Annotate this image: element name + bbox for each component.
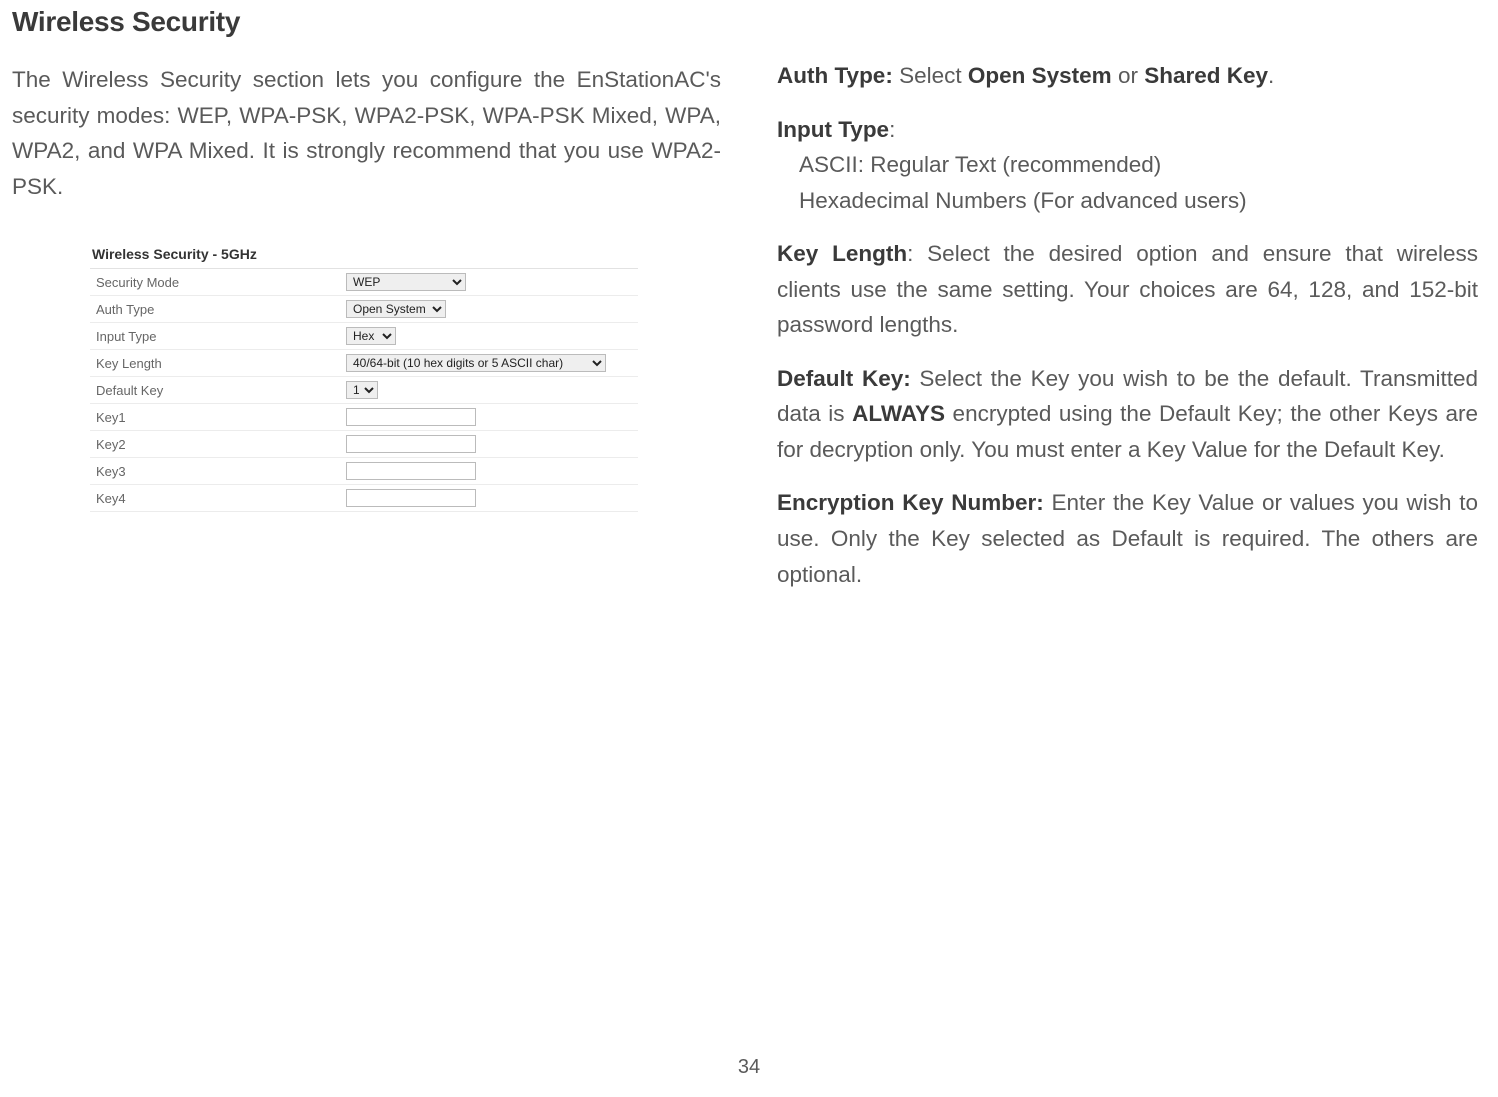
- row-default-key: Default Key 1: [90, 377, 638, 404]
- input-type-colon: :: [889, 117, 895, 142]
- input-key1[interactable]: [346, 408, 476, 426]
- row-key4: Key4: [90, 485, 638, 512]
- select-key-length[interactable]: 40/64-bit (10 hex digits or 5 ASCII char…: [346, 354, 606, 372]
- input-type-ascii: ASCII: Regular Text (recommended): [777, 147, 1478, 183]
- label-key3: Key3: [90, 458, 340, 485]
- page-number: 34: [0, 1056, 1498, 1079]
- row-security-mode: Security Mode WEP: [90, 269, 638, 296]
- input-type-hex: Hexadecimal Numbers (For advanced users): [777, 183, 1478, 219]
- input-key4[interactable]: [346, 489, 476, 507]
- auth-type-shared-key: Shared Key: [1144, 63, 1268, 88]
- select-security-mode[interactable]: WEP: [346, 273, 466, 291]
- input-key2[interactable]: [346, 435, 476, 453]
- select-auth-type[interactable]: Open System: [346, 300, 446, 318]
- row-key-length: Key Length 40/64-bit (10 hex digits or 5…: [90, 350, 638, 377]
- default-key-label: Default Key:: [777, 366, 919, 391]
- row-input-type: Input Type Hex: [90, 323, 638, 350]
- row-key2: Key2: [90, 431, 638, 458]
- auth-type-text1: Select: [899, 63, 968, 88]
- row-key1: Key1: [90, 404, 638, 431]
- default-key-always: ALWAYS: [852, 401, 945, 426]
- label-key4: Key4: [90, 485, 340, 512]
- auth-type-label: Auth Type:: [777, 63, 899, 88]
- select-default-key[interactable]: 1: [346, 381, 378, 399]
- default-key-paragraph: Default Key: Select the Key you wish to …: [777, 361, 1478, 468]
- row-key3: Key3: [90, 458, 638, 485]
- screenshot-title: Wireless Security - 5GHz: [90, 240, 638, 269]
- input-type-label: Input Type: [777, 117, 889, 142]
- input-key3[interactable]: [346, 462, 476, 480]
- label-key-length: Key Length: [90, 350, 340, 377]
- input-type-heading: Input Type:: [777, 112, 1478, 148]
- label-input-type: Input Type: [90, 323, 340, 350]
- key-length-label: Key Length: [777, 241, 907, 266]
- label-key1: Key1: [90, 404, 340, 431]
- intro-paragraph: The Wireless Security section lets you c…: [12, 62, 721, 204]
- row-auth-type: Auth Type Open System: [90, 296, 638, 323]
- label-auth-type: Auth Type: [90, 296, 340, 323]
- settings-screenshot: Wireless Security - 5GHz Security Mode W…: [90, 240, 638, 512]
- auth-type-open-system: Open System: [968, 63, 1112, 88]
- select-input-type[interactable]: Hex: [346, 327, 396, 345]
- label-default-key: Default Key: [90, 377, 340, 404]
- label-key2: Key2: [90, 431, 340, 458]
- label-security-mode: Security Mode: [90, 269, 340, 296]
- auth-type-paragraph: Auth Type: Select Open System or Shared …: [777, 58, 1478, 94]
- key-length-paragraph: Key Length: Select the desired option an…: [777, 236, 1478, 343]
- auth-type-text3: .: [1268, 63, 1274, 88]
- auth-type-text2: or: [1112, 63, 1145, 88]
- encryption-key-label: Encryption Key Number:: [777, 490, 1051, 515]
- encryption-key-paragraph: Encryption Key Number: Enter the Key Val…: [777, 485, 1478, 592]
- page-heading: Wireless Security: [12, 6, 721, 38]
